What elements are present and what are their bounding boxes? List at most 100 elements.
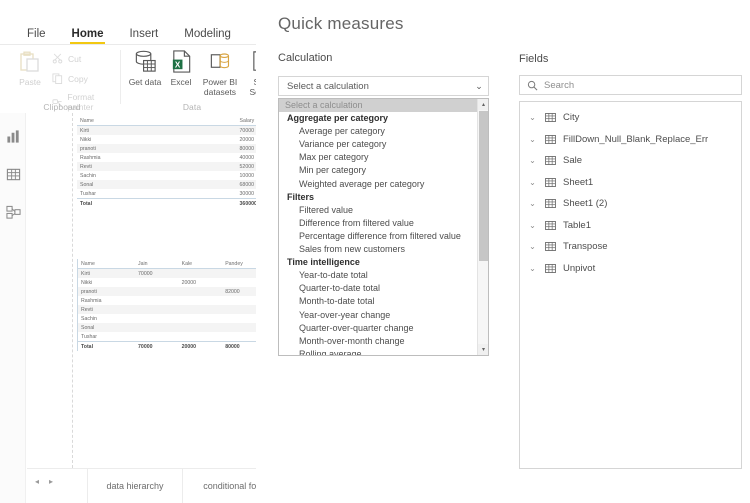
cell-name: Kirti — [80, 127, 89, 134]
chevron-down-icon[interactable]: ⌄ — [470, 81, 488, 92]
cell: 82000 — [225, 288, 240, 295]
chevron-down-icon[interactable]: ⌄ — [528, 156, 537, 165]
table-row: pranoti 82000 — [77, 287, 256, 296]
cut-button[interactable]: Cut — [51, 52, 81, 65]
ribbon-tab-insert[interactable]: Insert — [116, 27, 171, 44]
field-table-city[interactable]: ⌄ City — [520, 107, 741, 129]
chevron-down-icon[interactable]: ⌄ — [528, 242, 537, 251]
table-row: Revti 52000 — [77, 162, 256, 171]
field-table-sheet1[interactable]: ⌄ Sheet1 — [520, 172, 741, 194]
dropdown-group-filters: Filters — [287, 191, 315, 202]
model-view-button[interactable] — [4, 203, 22, 221]
calculation-combobox-value: Select a calculation — [287, 80, 369, 92]
scroll-up-icon[interactable]: ▴ — [478, 99, 488, 110]
chevron-down-icon[interactable]: ⌄ — [528, 199, 537, 208]
dropdown-option-max-per-category[interactable]: Max per category — [279, 151, 477, 164]
field-table-sale[interactable]: ⌄ Sale — [520, 150, 741, 172]
ribbon-tab-modeling[interactable]: Modeling — [171, 27, 244, 44]
excel-button[interactable]: X Excel — [162, 48, 200, 87]
page-tab-conditional-formatting[interactable]: conditional forma — [182, 469, 256, 503]
dropdown-option-variance-per-category[interactable]: Variance per category — [279, 138, 477, 151]
quick-measures-dialog: Quick measures Calculation Select a calc… — [278, 0, 493, 503]
cell — [222, 323, 256, 332]
ribbon-tab-file[interactable]: File — [14, 27, 59, 44]
column-header: Pandey — [222, 259, 256, 269]
cell-name: Tushar — [80, 190, 96, 197]
table-icon — [544, 241, 556, 252]
power-bi-window: File Home Insert Modeling View — [0, 0, 256, 503]
chevron-down-icon[interactable]: ⌄ — [528, 178, 537, 187]
dropdown-option-percentage-difference-from-filtered-value[interactable]: Percentage difference from filtered valu… — [279, 230, 477, 243]
dropdown-option-min-per-category[interactable]: Min per category — [279, 164, 477, 177]
field-table-unpivot[interactable]: ⌄ Unpivot — [520, 258, 741, 280]
cell-salary: 70000 — [239, 127, 254, 134]
field-table-table1[interactable]: ⌄ Table1 — [520, 215, 741, 237]
scrollbar-thumb[interactable] — [479, 111, 488, 261]
table-row: Sachin 10000 — [77, 171, 256, 180]
matrix-table: Name Jain Kale Pandey Raut Shinde Tayde … — [77, 259, 256, 351]
calculation-combobox[interactable]: Select a calculation ⌄ — [278, 76, 489, 96]
search-icon — [520, 80, 544, 91]
field-table-label: City — [563, 112, 580, 124]
dropdown-option-month-to-date-total[interactable]: Month-to-date total — [279, 295, 477, 308]
next-page-icon[interactable]: ▸ — [49, 477, 53, 486]
fields-search-box[interactable]: Search — [519, 75, 742, 95]
chevron-down-icon[interactable]: ⌄ — [528, 221, 537, 230]
dropdown-option-year-to-date-total[interactable]: Year-to-date total — [279, 269, 477, 282]
ribbon-tab-view[interactable]: View — [244, 27, 256, 44]
ribbon-group-clipboard: Paste Cut Copy Format painter Clipboard — [4, 45, 120, 113]
copy-button[interactable]: Copy — [51, 72, 88, 85]
cut-label: Cut — [68, 53, 82, 64]
dropdown-option-quarter-to-date-total[interactable]: Quarter-to-date total — [279, 282, 477, 295]
salary-table-visual[interactable]: Name Salary Kirti 70000 Nikki 20000 pranot… — [77, 116, 256, 236]
cell: 20000 — [181, 279, 197, 286]
power-bi-datasets-button[interactable]: Power BI datasets — [198, 48, 242, 97]
chevron-down-icon[interactable]: ⌄ — [528, 113, 537, 122]
chevron-down-icon[interactable]: ⌄ — [528, 264, 537, 273]
cell-total: Total — [77, 341, 136, 351]
sql-server-button[interactable]: SQL Server — [242, 48, 256, 97]
dropdown-option-rolling-average[interactable]: Rolling average — [279, 348, 477, 355]
field-table-label: Sheet1 — [563, 176, 594, 188]
ribbon-tab-home[interactable]: Home — [59, 27, 117, 44]
table-header-row: Name Jain Kale Pandey Raut Shinde Tayde — [77, 259, 256, 269]
cell: Tushar — [81, 333, 97, 340]
dropdown-option-sales-from-new-customers[interactable]: Sales from new customers — [279, 243, 477, 256]
scroll-down-icon[interactable]: ▾ — [478, 344, 488, 355]
cell: pranoti — [81, 288, 97, 295]
dropdown-group-aggregate-per-category: Aggregate per category — [287, 113, 389, 124]
dropdown-option-quarter-over-quarter-change[interactable]: Quarter-over-quarter change — [279, 322, 477, 335]
page-tab-bar: ◂ ▸ data hierarchy conditional forma — [27, 468, 256, 503]
ribbon-body: Paste Cut Copy Format painter Clipboard … — [0, 45, 256, 113]
cell — [135, 323, 179, 332]
data-view-button[interactable] — [4, 165, 22, 183]
table-row: Nikki 20000 — [78, 278, 257, 287]
report-view-button[interactable] — [4, 127, 22, 145]
dropdown-option-average-per-category[interactable]: Average per category — [279, 125, 477, 138]
field-table-transpose[interactable]: ⌄ Transpose — [520, 236, 741, 258]
cell-salary: 20000 — [239, 136, 254, 143]
table-row: Tushar 30000 — [77, 189, 256, 199]
paste-button[interactable]: Paste — [12, 49, 48, 87]
cell-name: pranoti — [80, 145, 96, 152]
dropdown-option-filtered-value[interactable]: Filtered value — [279, 204, 477, 217]
cell — [179, 296, 223, 305]
matrix-visual[interactable]: Name Jain Kale Pandey Raut Shinde Tayde … — [77, 259, 256, 359]
previous-page-icon[interactable]: ◂ — [35, 477, 39, 486]
dropdown-option-month-over-month-change[interactable]: Month-over-month change — [279, 335, 477, 348]
chevron-down-icon[interactable]: ⌄ — [528, 135, 537, 144]
ribbon-tab-bar: File Home Insert Modeling View — [0, 22, 256, 44]
calculation-dropdown-list[interactable]: Select a calculation Aggregate per categ… — [278, 98, 489, 356]
table-row: Kirti 70000 — [77, 268, 256, 278]
cell — [222, 305, 256, 314]
dropdown-option-year-over-year-change[interactable]: Year-over-year change — [279, 309, 477, 322]
page-tab-data-hierarchy[interactable]: data hierarchy — [87, 469, 182, 503]
cell — [222, 314, 256, 323]
dropdown-option-weighted-average-per-category[interactable]: Weighted average per category — [279, 178, 477, 191]
field-table-filldown-null-blank-replace-err[interactable]: ⌄ FillDown_Null_Blank_Replace_Err — [520, 129, 741, 151]
dropdown-option-difference-from-filtered-value[interactable]: Difference from filtered value — [279, 217, 477, 230]
dropdown-option-selected[interactable]: Select a calculation — [279, 99, 477, 113]
field-table-sheet1-2[interactable]: ⌄ Sheet1 (2) — [520, 193, 741, 215]
get-data-button[interactable]: Get data — [126, 48, 164, 87]
dropdown-scrollbar[interactable]: ▴ ▾ — [477, 99, 488, 355]
